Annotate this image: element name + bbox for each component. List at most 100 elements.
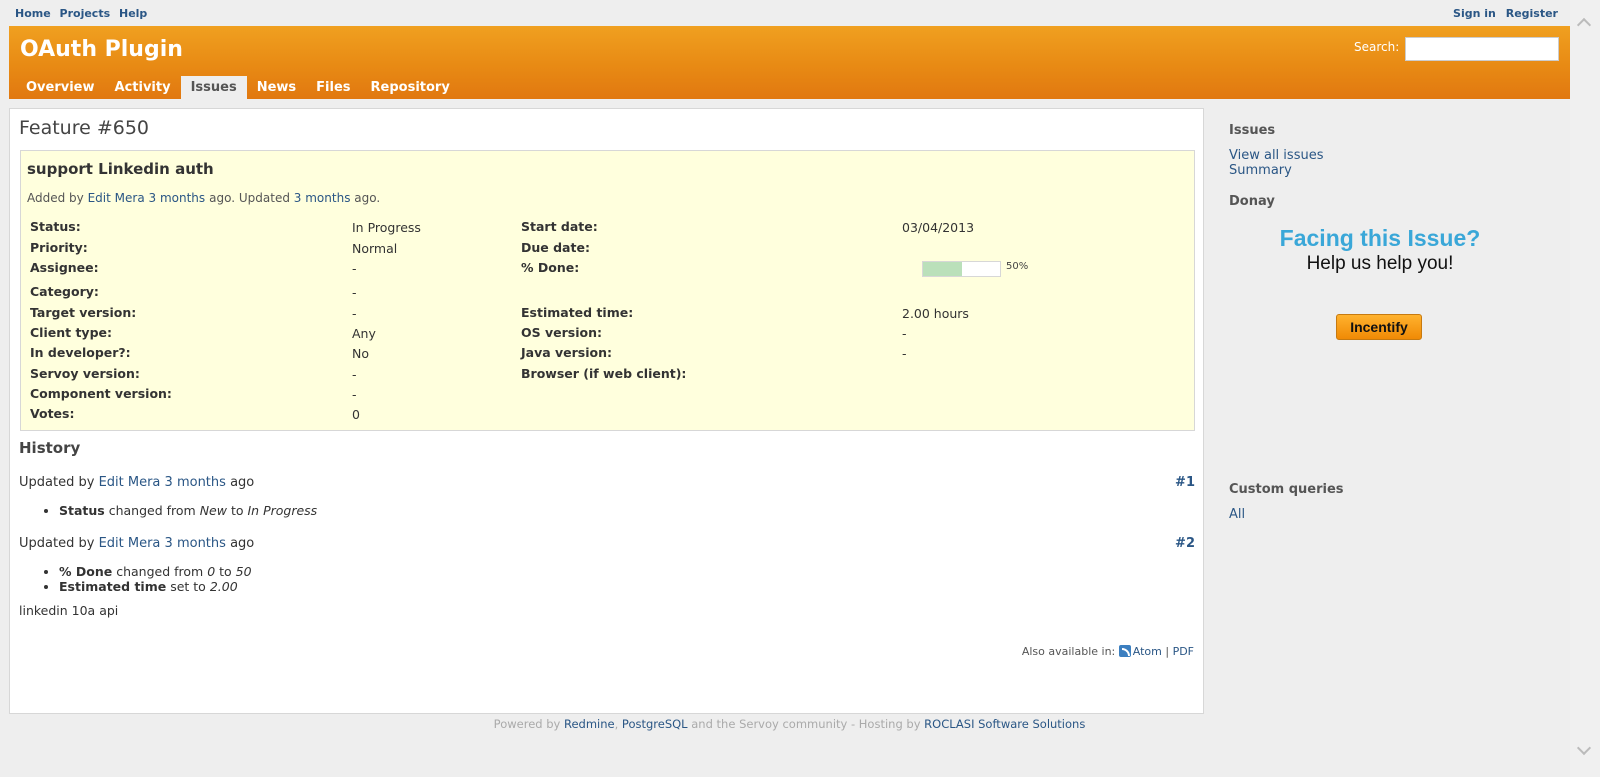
tab-overview[interactable]: Overview xyxy=(16,76,105,99)
priority-value: Normal xyxy=(352,241,398,256)
scroll-down-icon[interactable] xyxy=(1576,740,1592,756)
journal-details: % Done changed from 0 to 50 Estimated ti… xyxy=(59,564,252,594)
journal-suffix: ago xyxy=(230,475,255,490)
content: Feature #650 support Linkedin auth Added… xyxy=(9,108,1204,714)
atom-link[interactable]: Atom xyxy=(1133,645,1162,658)
detail-new-value: 50 xyxy=(235,564,252,579)
footer-text: and the Servoy community - Hosting by xyxy=(691,717,921,731)
updated-ago-link[interactable]: 3 months xyxy=(294,191,351,205)
header: OAuth Plugin Search: Overview Activity I… xyxy=(9,26,1570,99)
search-input[interactable] xyxy=(1405,37,1559,61)
votes-label: Votes: xyxy=(30,406,75,421)
detail-field: Estimated time xyxy=(59,579,167,594)
projects-link[interactable]: Projects xyxy=(60,7,111,20)
redmine-link[interactable]: Redmine xyxy=(564,717,615,731)
estimated-time-label: Estimated time: xyxy=(521,305,634,320)
issue-author-line: Added by Edit Mera 3 months ago. Updated … xyxy=(27,191,380,205)
detail-old-value: New xyxy=(199,503,227,518)
client-type-label: Client type: xyxy=(30,325,112,340)
top-menu-right: Sign in Register xyxy=(1447,7,1558,20)
assignee-label: Assignee: xyxy=(30,260,99,275)
tab-activity[interactable]: Activity xyxy=(105,76,181,99)
sign-in-link[interactable]: Sign in xyxy=(1453,7,1496,20)
incentify-button[interactable]: Incentify xyxy=(1336,314,1422,340)
tab-files[interactable]: Files xyxy=(306,76,360,99)
target-version-label: Target version: xyxy=(30,305,137,320)
category-label: Category: xyxy=(30,284,99,299)
author-link[interactable]: Edit Mera xyxy=(88,191,145,205)
detail-text: to xyxy=(230,503,244,518)
postgresql-link[interactable]: PostgreSQL xyxy=(622,717,688,731)
custom-query-all-link[interactable]: All xyxy=(1229,507,1245,522)
view-all-issues-link[interactable]: View all issues xyxy=(1229,148,1323,163)
tab-repository[interactable]: Repository xyxy=(361,76,460,99)
summary-link[interactable]: Summary xyxy=(1229,163,1292,178)
added-ago-link[interactable]: 3 months xyxy=(149,191,206,205)
client-type-value: Any xyxy=(352,326,376,341)
detail-text: to xyxy=(219,564,232,579)
done-progress-bar xyxy=(922,261,1001,277)
vertical-scrollbar[interactable] xyxy=(1570,0,1600,777)
help-link[interactable]: Help xyxy=(119,7,147,20)
search-label: Search: xyxy=(1354,40,1400,54)
java-version-value: - xyxy=(902,346,907,361)
register-link[interactable]: Register xyxy=(1506,7,1558,20)
journal-number-link[interactable]: #1 xyxy=(1175,475,1195,490)
journal-author-link[interactable]: Edit Mera xyxy=(99,475,161,490)
roclasi-link[interactable]: ROCLASI Software Solutions xyxy=(924,717,1085,731)
journal-prefix: Updated by xyxy=(19,475,95,490)
journal-number-link[interactable]: #2 xyxy=(1175,536,1195,551)
tab-news[interactable]: News xyxy=(247,76,306,99)
in-developer-label: In developer?: xyxy=(30,345,131,360)
sidebar-issues-heading: Issues xyxy=(1229,123,1276,138)
done-progress-label: 50% xyxy=(1006,261,1029,272)
journal-header: Updated by Edit Mera 3 months ago xyxy=(19,536,254,551)
tab-issues[interactable]: Issues xyxy=(180,76,247,99)
detail-text: changed from xyxy=(108,503,196,518)
component-version-value: - xyxy=(352,387,357,402)
custom-queries-heading: Custom queries xyxy=(1229,482,1344,497)
scroll-up-icon[interactable] xyxy=(1576,17,1592,33)
status-label: Status: xyxy=(30,219,81,234)
footer: Powered by Redmine, PostgreSQL and the S… xyxy=(9,717,1570,731)
java-version-label: Java version: xyxy=(521,345,613,360)
journal-detail: Status changed from New to In Progress xyxy=(59,503,317,518)
journal-detail: Estimated time set to 2.00 xyxy=(59,579,252,594)
footer-comma: , xyxy=(614,717,619,731)
donay-title: Facing this Issue? xyxy=(1279,225,1481,251)
status-value: In Progress xyxy=(352,220,421,235)
also-available-label: Also available in: xyxy=(1021,645,1116,658)
estimated-time-value: 2.00 hours xyxy=(902,306,969,321)
due-date-label: Due date: xyxy=(521,240,590,255)
donay-subtitle: Help us help you! xyxy=(1306,253,1454,274)
ago-end-text: ago. xyxy=(354,191,381,205)
journal-author-link[interactable]: Edit Mera xyxy=(99,536,161,551)
sidebar: Issues View all issues Summary Donay Fac… xyxy=(1229,108,1559,714)
ago-updated-text: ago. Updated xyxy=(209,191,290,205)
pdf-link[interactable]: PDF xyxy=(1173,645,1194,658)
detail-new-value: In Progress xyxy=(247,503,318,518)
journal-ago-link[interactable]: 3 months xyxy=(165,536,226,551)
home-link[interactable]: Home xyxy=(15,7,51,20)
history-title: History xyxy=(19,439,81,457)
detail-field: % Done xyxy=(59,564,113,579)
journal-prefix: Updated by xyxy=(19,536,95,551)
votes-value: 0 xyxy=(352,407,360,422)
atom-feed-icon[interactable] xyxy=(1118,645,1131,657)
journal-header: Updated by Edit Mera 3 months ago xyxy=(19,475,254,490)
added-by-text: Added by xyxy=(27,191,84,205)
project-title[interactable]: OAuth Plugin xyxy=(20,37,183,62)
in-developer-value: No xyxy=(352,346,369,361)
also-available: Also available in: Atom | PDF xyxy=(1022,645,1194,658)
journal-details: Status changed from New to In Progress xyxy=(59,503,317,518)
top-menu: Home Projects Help Sign in Register xyxy=(0,0,1570,26)
journal-detail: % Done changed from 0 to 50 xyxy=(59,564,252,579)
main-menu: Overview Activity Issues News Files Repo… xyxy=(16,76,460,99)
detail-new-value: 2.00 xyxy=(209,579,238,594)
os-version-value: - xyxy=(902,326,907,341)
separator: | xyxy=(1165,645,1170,658)
footer-powered-by: Powered by xyxy=(493,717,561,731)
journal-ago-link[interactable]: 3 months xyxy=(165,475,226,490)
top-menu-left: Home Projects Help xyxy=(15,7,152,20)
detail-text: changed from xyxy=(116,564,204,579)
